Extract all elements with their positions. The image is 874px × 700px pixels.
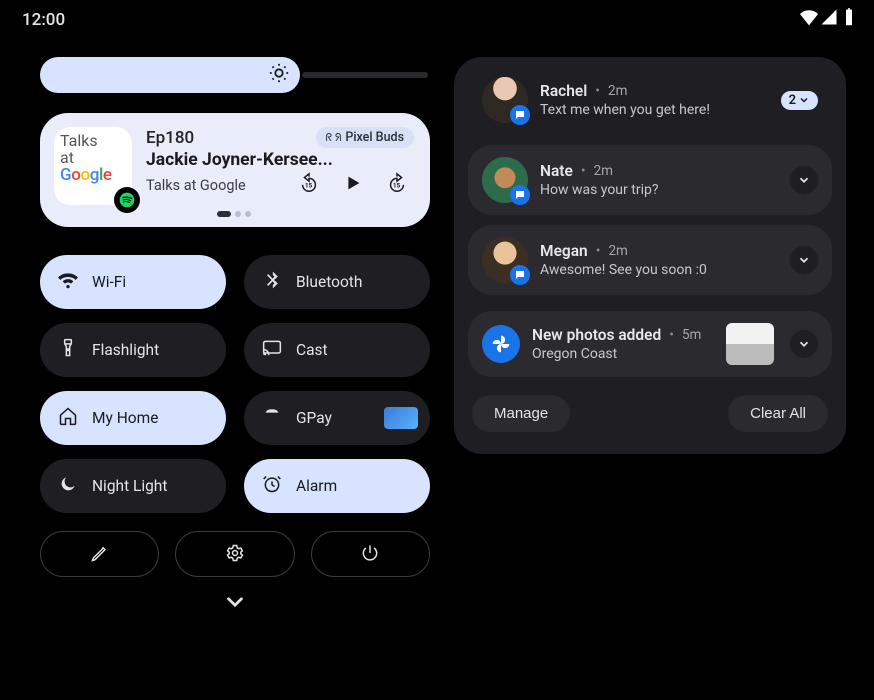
notification-title: New photos added: [532, 326, 661, 344]
gpay-icon: [262, 406, 282, 430]
cast-icon: [262, 338, 282, 362]
notification-time: 2m: [608, 243, 627, 259]
media-art: Talks at Google: [54, 127, 132, 205]
sender-name: Nate: [540, 162, 573, 180]
notification-time: 2m: [608, 83, 627, 99]
tile-label: Cast: [296, 341, 328, 359]
signal-status-icon: [820, 8, 838, 31]
home-icon: [58, 406, 78, 430]
status-bar: 12:00: [0, 0, 874, 37]
tile-home[interactable]: My Home: [40, 391, 226, 445]
conversation-notification[interactable]: Nate • 2m How was your trip?: [468, 145, 832, 215]
svg-text:15: 15: [393, 182, 401, 190]
sender-name: Megan: [540, 242, 588, 260]
tile-label: Night Light: [92, 477, 167, 495]
tile-label: GPay: [296, 409, 332, 427]
brightness-slider[interactable]: [40, 57, 428, 93]
earbuds-icon: ᖇ ᖆ: [326, 131, 342, 145]
tile-nightlight[interactable]: Night Light: [40, 459, 226, 513]
notification-time: 2m: [594, 163, 613, 179]
pencil-icon: [90, 543, 110, 566]
media-pager-dots[interactable]: [54, 211, 414, 217]
rewind-15-button[interactable]: 15: [298, 172, 320, 198]
conversation-notification[interactable]: Rachel • 2m Text me when you get here! 2: [468, 71, 832, 135]
notification-panel: Rachel • 2m Text me when you get here! 2: [454, 57, 846, 454]
avatar: [482, 77, 528, 123]
tile-wifi[interactable]: Wi-Fi: [40, 255, 226, 309]
tile-label: Flashlight: [92, 341, 159, 359]
sender-name: Rachel: [540, 82, 587, 100]
tile-label: Bluetooth: [296, 273, 362, 291]
tile-label: Alarm: [296, 477, 337, 495]
settings-button[interactable]: [175, 531, 294, 577]
flashlight-icon: [58, 338, 78, 362]
notification-message: Awesome! See you soon :0: [540, 262, 778, 278]
bluetooth-icon: [262, 270, 282, 294]
media-card[interactable]: Talks at Google Ep180 ᖇ ᖆ Pixel Buds: [40, 113, 430, 227]
notification-message: Text me when you get here!: [540, 102, 769, 118]
media-episode: Ep180: [146, 128, 194, 148]
manage-notifications-button[interactable]: Manage: [472, 395, 570, 432]
spotify-icon: [114, 187, 140, 213]
notification-count-chip[interactable]: 2: [781, 91, 818, 110]
notification-message: How was your trip?: [540, 182, 778, 198]
power-button[interactable]: [311, 531, 430, 577]
messages-app-icon: [510, 105, 530, 125]
media-subtitle: Talks at Google: [146, 177, 246, 194]
card-thumbnail: [384, 407, 418, 429]
messages-app-icon: [510, 185, 530, 205]
conversation-notification[interactable]: Megan • 2m Awesome! See you soon :0: [468, 225, 832, 295]
expand-notification-button[interactable]: [790, 246, 818, 274]
clear-all-button[interactable]: Clear All: [728, 395, 828, 432]
avatar: [482, 157, 528, 203]
tile-label: Wi-Fi: [92, 273, 126, 291]
quick-settings-tiles: Wi-Fi Bluetooth Flashlight Cast My Home …: [40, 255, 430, 513]
expand-shade-button[interactable]: [222, 589, 248, 619]
edit-tiles-button[interactable]: [40, 531, 159, 577]
media-title: Jackie Joyner-Kersee...: [146, 150, 414, 170]
forward-15-button[interactable]: 15: [386, 172, 408, 198]
expand-notification-button[interactable]: [790, 166, 818, 194]
output-device-chip[interactable]: ᖇ ᖆ Pixel Buds: [316, 127, 414, 148]
tile-bluetooth[interactable]: Bluetooth: [244, 255, 430, 309]
notification-time: 5m: [682, 327, 701, 343]
photos-app-icon: [482, 325, 520, 363]
battery-status-icon: [840, 8, 858, 31]
tile-gpay[interactable]: GPay: [244, 391, 430, 445]
tile-label: My Home: [92, 409, 158, 427]
photo-thumbnail: [726, 323, 774, 365]
tile-alarm[interactable]: Alarm: [244, 459, 430, 513]
wifi-status-icon: [800, 8, 818, 31]
clock: 12:00: [22, 10, 65, 30]
wifi-icon: [58, 270, 78, 294]
play-button[interactable]: [342, 172, 364, 198]
gear-icon: [225, 543, 245, 566]
svg-text:15: 15: [305, 182, 313, 190]
app-notification[interactable]: New photos added • 5m Oregon Coast: [468, 311, 832, 377]
notification-subtitle: Oregon Coast: [532, 346, 714, 362]
power-icon: [360, 543, 380, 566]
avatar: [482, 237, 528, 283]
tile-cast[interactable]: Cast: [244, 323, 430, 377]
moon-icon: [58, 474, 78, 498]
brightness-icon: [268, 62, 290, 88]
tile-flashlight[interactable]: Flashlight: [40, 323, 226, 377]
messages-app-icon: [510, 265, 530, 285]
alarm-icon: [262, 474, 282, 498]
expand-notification-button[interactable]: [790, 330, 818, 358]
